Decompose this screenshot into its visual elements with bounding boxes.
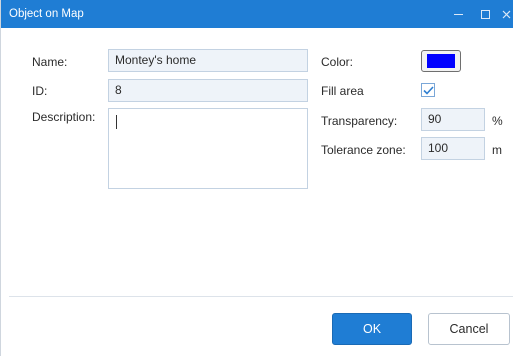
name-label: Name:	[32, 55, 68, 69]
tolerance-zone-input[interactable]: 100	[421, 137, 485, 160]
color-label: Color:	[321, 55, 354, 69]
cancel-button[interactable]: Cancel	[428, 313, 510, 345]
tolerance-zone-unit: m	[492, 143, 502, 157]
minimize-icon	[453, 13, 463, 15]
footer-divider	[9, 296, 513, 297]
description-label: Description:	[32, 110, 96, 124]
transparency-unit: %	[492, 114, 503, 128]
title-bar[interactable]: Object on Map	[1, 0, 513, 28]
transparency-label: Transparency:	[321, 114, 398, 128]
id-label: ID:	[32, 84, 48, 98]
maximize-button[interactable]	[473, 0, 497, 28]
text-caret	[116, 115, 117, 129]
minimize-button[interactable]	[446, 0, 470, 28]
tolerance-zone-label: Tolerance zone:	[321, 143, 406, 157]
fill-area-label: Fill area	[321, 84, 364, 98]
window-title: Object on Map	[9, 8, 84, 20]
color-swatch	[427, 54, 455, 68]
checkmark-icon	[422, 85, 434, 95]
color-picker-button[interactable]	[421, 50, 461, 72]
close-button[interactable]	[498, 0, 513, 28]
fill-area-checkbox[interactable]	[421, 83, 435, 97]
description-textarea[interactable]	[108, 108, 308, 189]
id-input[interactable]: 8	[108, 79, 308, 102]
close-icon	[502, 10, 510, 18]
maximize-icon	[480, 9, 490, 19]
dialog-window: Object on Map Name: Montey's home ID: 8 …	[0, 0, 513, 356]
ok-button[interactable]: OK	[332, 313, 412, 345]
name-input[interactable]: Montey's home	[108, 49, 308, 72]
transparency-input[interactable]: 90	[421, 108, 485, 131]
